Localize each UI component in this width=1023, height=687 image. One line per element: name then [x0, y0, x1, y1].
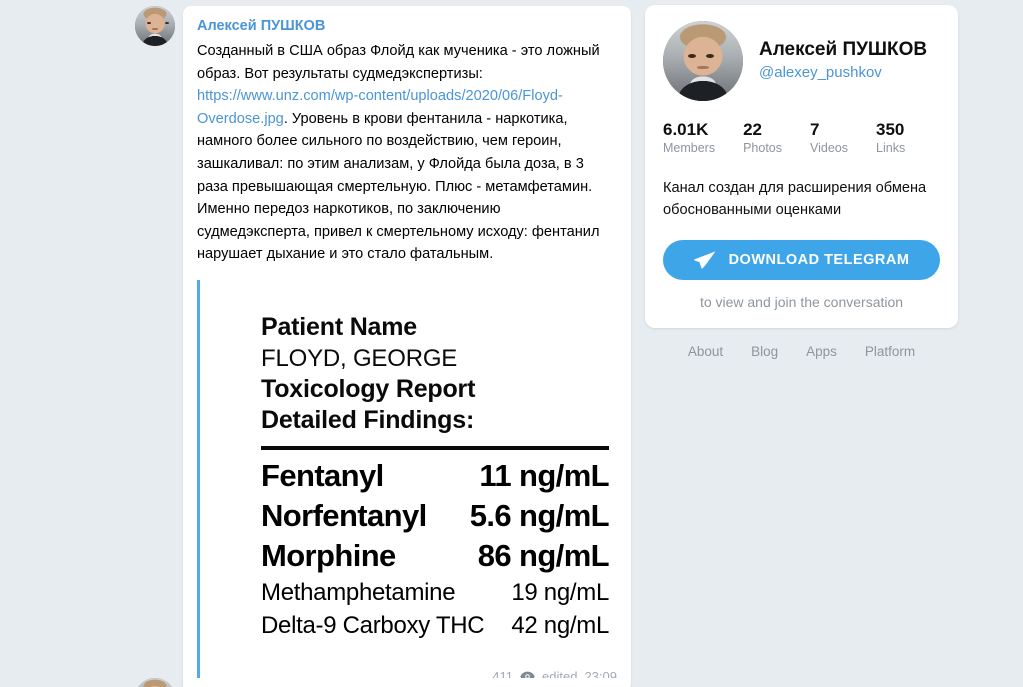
stat-videos: 7 Videos — [810, 119, 848, 157]
avatar[interactable] — [135, 6, 175, 46]
paper-plane-icon — [693, 250, 716, 270]
stat-links: 350 Links — [876, 119, 905, 157]
message-author-name[interactable]: Алексей ПУШКОВ — [197, 16, 617, 36]
finding-row: Norfentanyl 5.6 ng/mL — [261, 496, 610, 536]
toxicology-report-image[interactable]: Patient Name FLOYD, GEORGE Toxicology Re… — [213, 279, 617, 684]
finding-value: 86 ng/mL — [477, 537, 610, 573]
footer-link-blog[interactable]: Blog — [751, 344, 778, 359]
message-bubble: Алексей ПУШКОВ Созданный в США образ Фло… — [183, 6, 631, 687]
finding-name: Morphine — [261, 537, 396, 573]
channel-info-panel: Алексей ПУШКОВ @alexey_pushkov 6.01K Mem… — [645, 5, 958, 359]
finding-name: Methamphetamine — [261, 578, 456, 606]
channel-description: Канал создан для расширения обмена обосн… — [663, 180, 927, 218]
next-message-item — [135, 678, 630, 687]
stat-label: Videos — [810, 141, 849, 155]
finding-value: 11 ng/mL — [479, 457, 609, 493]
stat-number: 350 — [876, 120, 905, 139]
findings-heading: Detailed Findings: — [261, 405, 475, 434]
download-telegram-button[interactable]: DOWNLOAD TELEGRAM — [663, 240, 940, 280]
stat-number: 7 — [810, 120, 820, 139]
stat-photos: 22 Photos — [743, 119, 782, 157]
download-button-label: DOWNLOAD TELEGRAM — [728, 252, 910, 268]
message-column: Алексей ПУШКОВ Созданный в США образ Фло… — [0, 0, 640, 687]
channel-handle[interactable]: @alexey_pushkov — [759, 62, 927, 84]
stat-number: 6.01K — [663, 120, 709, 139]
patient-name-label: Patient Name — [261, 312, 417, 341]
message-text-after-link: . Уровень в крови фентанила - наркотика,… — [197, 110, 600, 263]
join-conversation-note: to view and join the conversation — [699, 294, 904, 310]
stat-label: Members — [663, 141, 716, 155]
finding-row: Morphine 86 ng/mL — [261, 536, 610, 576]
stat-label: Links — [876, 141, 906, 155]
stat-members: 6.01K Members — [663, 119, 715, 157]
avatar-portrait — [135, 6, 175, 46]
avatar-portrait — [135, 678, 175, 687]
finding-name: Norfentanyl — [261, 497, 427, 533]
message-text-before-link: Созданный в США образ Флойд как мученика… — [197, 43, 600, 82]
message-item: Алексей ПУШКОВ Созданный в США образ Фло… — [135, 6, 631, 687]
footer-link-platform[interactable]: Platform — [865, 344, 915, 359]
channel-header: Алексей ПУШКОВ @alexey_pushkov — [663, 21, 940, 101]
panel-footer-links: About Blog Apps Platform — [645, 344, 958, 359]
finding-value: 42 ng/mL — [511, 611, 609, 639]
patient-name-value: FLOYD, GEORGE — [261, 344, 458, 372]
footer-link-about[interactable]: About — [688, 344, 723, 359]
channel-card: Алексей ПУШКОВ @alexey_pushkov 6.01K Mem… — [645, 5, 958, 328]
finding-row: Methamphetamine 19 ng/mL — [261, 576, 609, 609]
finding-name: Delta-9 Carboxy THC — [261, 611, 485, 639]
message-text: Созданный в США образ Флойд как мученика… — [197, 40, 617, 266]
avatar-portrait — [663, 21, 743, 101]
finding-value: 5.6 ng/mL — [469, 497, 610, 533]
finding-name: Fentanyl — [261, 457, 384, 493]
finding-row: Delta-9 Carboxy THC 42 ng/mL — [261, 609, 609, 642]
finding-row: Fentanyl 11 ng/mL — [261, 456, 610, 496]
channel-avatar[interactable] — [663, 21, 743, 101]
stat-label: Photos — [743, 141, 783, 155]
report-title: Toxicology Report — [261, 374, 476, 403]
avatar[interactable] — [135, 678, 175, 687]
findings-list: Fentanyl 11 ng/mL Norfentanyl 5.6 ng/mL … — [261, 456, 610, 642]
message-photo-block[interactable]: Patient Name FLOYD, GEORGE Toxicology Re… — [197, 279, 617, 684]
channel-stats: 6.01K Members 22 Photos 7 Videos 350 Lin… — [663, 119, 940, 157]
finding-value: 19 ng/mL — [511, 578, 609, 606]
message-bubble — [183, 678, 630, 687]
stat-number: 22 — [743, 120, 763, 139]
footer-link-apps[interactable]: Apps — [806, 344, 837, 359]
divider — [261, 445, 609, 450]
channel-identity: Алексей ПУШКОВ @alexey_pushkov — [759, 38, 927, 84]
channel-title: Алексей ПУШКОВ — [759, 39, 928, 60]
telegram-channel-preview-page: Алексей ПУШКОВ Созданный в США образ Фло… — [0, 0, 1023, 687]
